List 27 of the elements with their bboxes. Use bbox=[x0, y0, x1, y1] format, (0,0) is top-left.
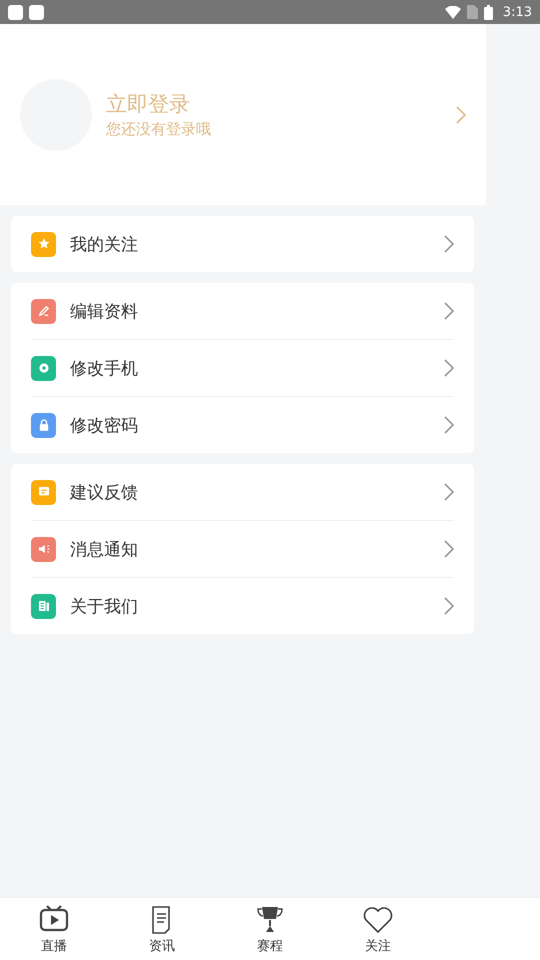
tab[interactable]: 资讯 bbox=[108, 898, 216, 960]
tab[interactable]: 关注 bbox=[324, 898, 432, 960]
wifi-icon bbox=[444, 6, 461, 18]
notification-icon bbox=[29, 4, 44, 20]
menu-item[interactable]: 建议反馈 bbox=[31, 464, 454, 520]
chevron-right-icon bbox=[444, 235, 454, 253]
login-title: 立即登录 bbox=[106, 90, 191, 118]
menu-item[interactable]: 消息通知 bbox=[31, 520, 454, 577]
menu-item[interactable]: 编辑资料 bbox=[31, 283, 454, 339]
chevron-right-icon bbox=[444, 540, 454, 558]
login-subtitle: 您还没有登录哦 bbox=[106, 118, 212, 140]
battery-icon bbox=[484, 4, 493, 20]
tab[interactable]: 赛程 bbox=[216, 898, 324, 960]
no-sim-icon bbox=[466, 5, 478, 19]
status-time: 3:13 bbox=[502, 4, 532, 20]
notification-icon bbox=[8, 4, 23, 20]
chevron-right-icon bbox=[444, 416, 454, 434]
chevron-right-icon bbox=[444, 359, 454, 377]
chevron-right-icon bbox=[444, 483, 454, 501]
tab[interactable]: 直播 bbox=[0, 898, 108, 960]
chevron-right-icon bbox=[456, 106, 466, 124]
menu-item[interactable]: 修改密码 bbox=[31, 396, 454, 453]
menu-item[interactable]: 修改手机 bbox=[31, 339, 454, 396]
menu-item[interactable]: 我的关注 bbox=[31, 216, 454, 272]
menu-item[interactable]: 关于我们 bbox=[31, 577, 454, 634]
chevron-right-icon bbox=[444, 302, 454, 320]
chevron-right-icon bbox=[444, 597, 454, 615]
